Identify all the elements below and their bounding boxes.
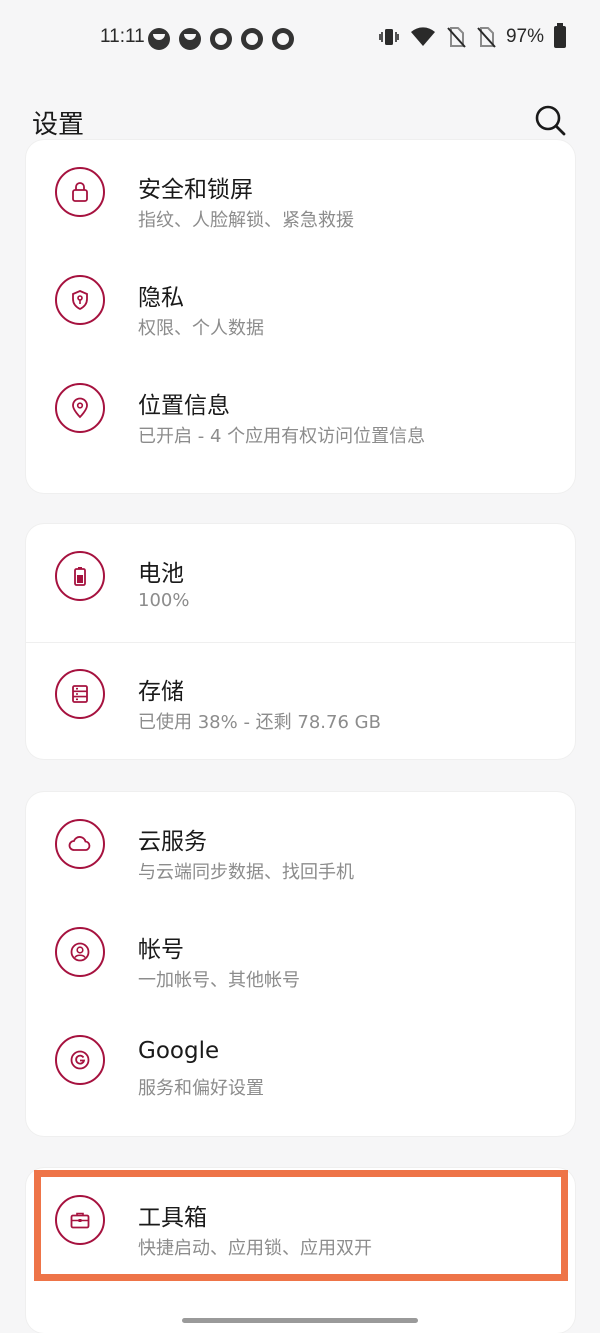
no-sim-icon [477, 27, 496, 48]
setting-subtitle: 指纹、人脸解锁、紧急救援 [138, 210, 354, 231]
search-button[interactable] [530, 100, 570, 140]
setting-item-account[interactable]: 帐号 一加帐号、其他帐号 [26, 900, 575, 1008]
setting-item-location[interactable]: 位置信息 已开启 - 4 个应用有权访问位置信息 [26, 356, 575, 464]
setting-subtitle: 100% [138, 590, 190, 611]
search-icon [535, 105, 566, 136]
lock-icon [55, 167, 105, 217]
settings-group-accounts: 云服务 与云端同步数据、找回手机 帐号 一加帐号、其他帐号 Google 服务和… [26, 792, 575, 1136]
setting-title: Google [138, 1038, 220, 1064]
setting-subtitle: 已开启 - 4 个应用有权访问位置信息 [138, 426, 426, 447]
setting-title: 存储 [138, 679, 184, 705]
q-notification-icon [272, 28, 294, 50]
setting-item-storage[interactable]: 存储 已使用 38% - 还剩 78.76 GB [26, 642, 575, 750]
notification-icons [148, 28, 294, 50]
setting-title: 云服务 [138, 829, 207, 855]
setting-title: 安全和锁屏 [138, 177, 253, 203]
setting-item-security-lock[interactable]: 安全和锁屏 指纹、人脸解锁、紧急救援 [26, 140, 575, 248]
account-icon [55, 927, 105, 977]
no-sim-icon [447, 27, 466, 48]
setting-item-privacy[interactable]: 隐私 权限、个人数据 [26, 248, 575, 356]
settings-group-security: 安全和锁屏 指纹、人脸解锁、紧急救援 隐私 权限、个人数据 位置信息 已开启 -… [26, 140, 575, 493]
storage-icon [55, 669, 105, 719]
battery-status-icon [554, 23, 566, 48]
vibrate-icon [379, 29, 399, 45]
location-pin-icon [55, 383, 105, 433]
system-icons: 97% [378, 23, 566, 48]
status-bar: 11:11 97% [0, 0, 600, 78]
setting-title: 帐号 [138, 937, 184, 963]
setting-item-battery[interactable]: 电池 100% [26, 524, 575, 632]
setting-subtitle: 与云端同步数据、找回手机 [138, 862, 354, 883]
setting-subtitle: 权限、个人数据 [138, 318, 264, 339]
q-notification-icon [241, 28, 263, 50]
setting-title: 位置信息 [138, 393, 230, 419]
app-notification-icon [179, 28, 201, 50]
google-icon [55, 1035, 105, 1085]
setting-title: 电池 [138, 561, 184, 587]
setting-title: 隐私 [138, 285, 184, 311]
cloud-icon [55, 819, 105, 869]
battery-icon [55, 551, 105, 601]
setting-subtitle: 服务和偏好设置 [138, 1078, 264, 1099]
home-indicator[interactable] [182, 1318, 418, 1323]
setting-item-cloud[interactable]: 云服务 与云端同步数据、找回手机 [26, 792, 575, 900]
q-notification-icon [210, 28, 232, 50]
wifi-icon [410, 27, 435, 46]
divider [26, 642, 575, 643]
highlight-box [34, 1170, 568, 1281]
setting-subtitle: 已使用 38% - 还剩 78.76 GB [138, 712, 381, 733]
settings-group-device: 电池 100% 存储 已使用 38% - 还剩 78.76 GB [26, 524, 575, 759]
setting-subtitle: 一加帐号、其他帐号 [138, 970, 300, 991]
setting-item-google[interactable]: Google 服务和偏好设置 [26, 1008, 575, 1116]
page-title: 设置 [32, 110, 85, 140]
app-notification-icon [148, 28, 170, 50]
battery-percent: 97% [505, 26, 544, 47]
privacy-shield-icon [55, 275, 105, 325]
status-time: 11:11 [100, 26, 145, 47]
